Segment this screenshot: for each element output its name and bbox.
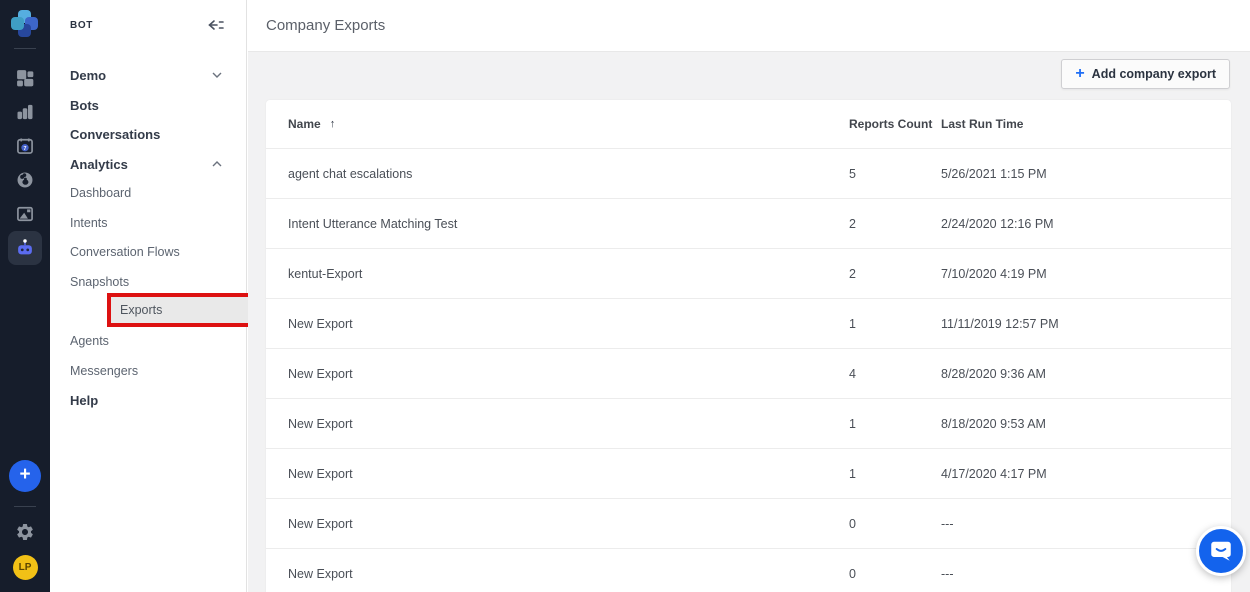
cell-last-run-time: 11/11/2019 12:57 PM [941,317,1231,331]
svg-text:7: 7 [23,146,26,152]
bots-nav-active[interactable] [0,231,50,265]
table-row[interactable]: agent chat escalations 5 5/26/2021 1:15 … [266,148,1231,198]
cell-last-run-time: 4/17/2020 4:17 PM [941,467,1231,481]
cell-name: New Export [288,417,849,431]
sidebar-item-bots[interactable]: Bots [50,94,247,116]
add-fab-button[interactable]: + [9,460,41,492]
cell-reports-count: 5 [849,167,941,181]
column-header-name[interactable]: Name ↑ [288,117,849,131]
sidebar-item-conversation-flows[interactable]: Conversation Flows [50,241,247,263]
sidebar-item-label: Exports [120,303,162,317]
sidebar-item-label: Intents [70,216,108,230]
column-header-last-run-time[interactable]: Last Run Time [941,117,1231,131]
table-row[interactable]: kentut-Export 2 7/10/2020 4:19 PM [266,248,1231,298]
sidebar-item-conversations[interactable]: Conversations [50,123,247,145]
sidebar: BOT Demo Bots Conversations Analytics Da… [50,0,247,592]
cell-name: New Export [288,467,849,481]
cell-name: New Export [288,567,849,581]
sidebar-item-label: Conversation Flows [70,245,180,259]
sidebar-item-label: Analytics [70,157,128,172]
cell-reports-count: 2 [849,217,941,231]
cell-name: kentut-Export [288,267,849,281]
user-avatar[interactable]: LP [13,555,38,580]
sidebar-item-label: Help [70,393,98,408]
cell-last-run-time: 5/26/2021 1:15 PM [941,167,1231,181]
sidebar-item-messengers[interactable]: Messengers [50,360,247,382]
sidebar-item-label: Dashboard [70,186,131,200]
main-content: Company Exports + Add company export Nam… [248,0,1250,592]
sidebar-item-demo[interactable]: Demo [50,64,247,86]
rail-divider [14,48,36,49]
chevron-up-icon [212,161,222,167]
chevron-down-icon [212,72,222,78]
sidebar-item-intents[interactable]: Intents [50,212,247,234]
sidebar-item-label: Demo [70,68,106,83]
sidebar-item-help[interactable]: Help [50,389,247,411]
table-row[interactable]: New Export 4 8/28/2020 9:36 AM [266,348,1231,398]
table-row[interactable]: New Export 1 11/11/2019 12:57 PM [266,298,1231,348]
robot-icon [14,237,36,259]
cell-reports-count: 1 [849,467,941,481]
cell-name: New Export [288,367,849,381]
dashboard-grid-icon[interactable] [0,61,50,95]
cell-last-run-time: 8/28/2020 9:36 AM [941,367,1231,381]
contact-circle-icon[interactable] [0,163,50,197]
settings-gear-icon[interactable] [15,517,35,547]
cell-name: agent chat escalations [288,167,849,181]
cell-last-run-time: 8/18/2020 9:53 AM [941,417,1231,431]
sidebar-title: BOT [70,20,93,31]
sidebar-item-label: Bots [70,98,99,113]
table-header-row: Name ↑ Reports Count Last Run Time [266,100,1231,148]
rail-bottom-cluster: + LP [9,460,41,592]
cell-name: New Export [288,517,849,531]
table-row[interactable]: New Export 0 --- [266,498,1231,548]
app-window: 7 [0,0,1250,592]
exports-table: Name ↑ Reports Count Last Run Time agent… [266,100,1231,592]
brand-logo-icon[interactable] [11,10,39,38]
rail-divider [14,506,36,507]
add-button-label: Add company export [1092,67,1216,81]
cell-last-run-time: --- [941,567,1231,581]
page-header: Company Exports [248,0,1250,52]
add-company-export-button[interactable]: + Add company export [1061,59,1230,89]
calendar-7-icon[interactable]: 7 [0,129,50,163]
cell-reports-count: 1 [849,417,941,431]
icon-rail: 7 [0,0,50,592]
image-icon[interactable] [0,197,50,231]
sort-asc-icon: ↑ [330,118,336,130]
bar-chart-icon[interactable] [0,95,50,129]
collapse-sidebar-icon[interactable] [208,19,224,38]
sidebar-item-label: Agents [70,334,109,348]
table-row[interactable]: New Export 1 8/18/2020 9:53 AM [266,398,1231,448]
cell-last-run-time: 2/24/2020 12:16 PM [941,217,1231,231]
active-icon-background [8,231,42,265]
cell-last-run-time: 7/10/2020 4:19 PM [941,267,1231,281]
plus-icon: + [1075,66,1084,82]
sidebar-item-label: Messengers [70,364,138,378]
cell-reports-count: 2 [849,267,941,281]
cell-last-run-time: --- [941,517,1231,531]
table-row[interactable]: New Export 1 4/17/2020 4:17 PM [266,448,1231,498]
sidebar-item-agents[interactable]: Agents [50,330,247,352]
chat-launcher-button[interactable] [1196,526,1246,576]
cell-name: Intent Utterance Matching Test [288,217,849,231]
sidebar-item-label: Conversations [70,127,160,142]
page-title: Company Exports [266,17,385,34]
sidebar-item-snapshots[interactable]: Snapshots [50,271,247,293]
table-row[interactable]: New Export 0 --- [266,548,1231,592]
sidebar-item-label: Snapshots [70,275,129,289]
cell-reports-count: 4 [849,367,941,381]
cell-reports-count: 0 [849,567,941,581]
cell-reports-count: 1 [849,317,941,331]
cell-name: New Export [288,317,849,331]
column-header-reports-count[interactable]: Reports Count [849,117,941,131]
cell-reports-count: 0 [849,517,941,531]
sidebar-item-analytics[interactable]: Analytics [50,153,247,175]
table-row[interactable]: Intent Utterance Matching Test 2 2/24/20… [266,198,1231,248]
chat-bubble-icon [1208,538,1234,564]
sidebar-item-dashboard[interactable]: Dashboard [50,182,247,204]
